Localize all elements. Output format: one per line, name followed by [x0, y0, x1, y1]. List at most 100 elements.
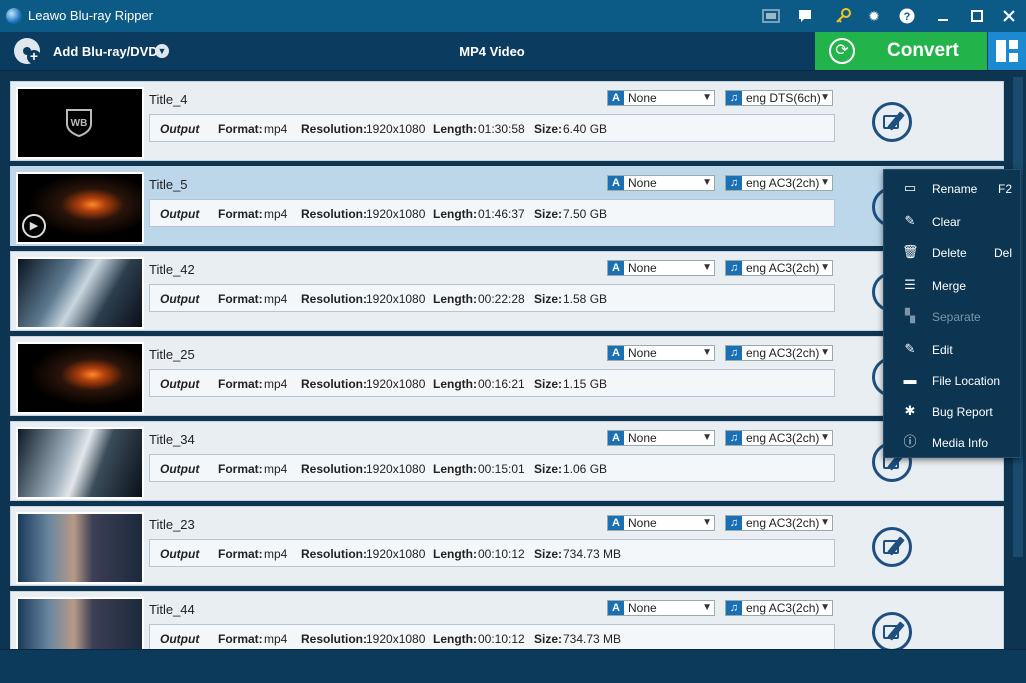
format-label: Format: — [218, 377, 263, 391]
audio-select[interactable]: ♫ eng AC3(2ch) ▼ — [725, 600, 833, 616]
output-profile[interactable]: MP4 Video — [392, 44, 592, 59]
menu-item-delete[interactable]: 🗑 Delete Del — [884, 238, 1020, 266]
layout-toggle-button[interactable] — [988, 32, 1026, 70]
resolution-value: 1920x1080 — [366, 377, 426, 391]
title-row[interactable]: Title_34 A None ▼ ♫ eng AC3(2ch) ▼ Outpu… — [10, 421, 1004, 501]
title-name[interactable]: Title_4 — [149, 92, 188, 107]
size-label: Size: — [534, 377, 563, 391]
size-label: Size: — [534, 122, 563, 136]
bug-icon: ✱ — [904, 403, 916, 418]
menu-item-label: Separate — [932, 310, 981, 324]
music-note-icon: ♫ — [726, 91, 742, 105]
audio-select[interactable]: ♫ eng AC3(2ch) ▼ — [725, 175, 833, 191]
audio-select[interactable]: ♫ eng AC3(2ch) ▼ — [725, 345, 833, 361]
edit-video-button[interactable] — [872, 527, 912, 567]
title-row[interactable]: ▶ Title_5 A None ▼ ♫ eng AC3(2ch) ▼ Outp… — [10, 166, 1004, 246]
title-name[interactable]: Title_42 — [149, 262, 195, 277]
output-info: Output Format: mp4 Resolution: 1920x1080… — [149, 284, 835, 312]
convert-button[interactable]: ⟳ Convert — [815, 32, 987, 70]
close-icon[interactable] — [998, 5, 1020, 27]
subtitle-select[interactable]: A None ▼ — [607, 600, 715, 616]
edit-video-button[interactable] — [872, 612, 912, 649]
title-row[interactable]: Title_44 A None ▼ ♫ eng AC3(2ch) ▼ Outpu… — [10, 591, 1004, 649]
title-name[interactable]: Title_5 — [149, 177, 188, 192]
title-bar: Leawo Blu-ray Ripper ✹ ? — [0, 0, 1026, 32]
separate-icon: ▚ — [905, 308, 915, 323]
title-row[interactable]: Title_23 A None ▼ ♫ eng AC3(2ch) ▼ Outpu… — [10, 506, 1004, 586]
subtitle-icon: A — [608, 431, 624, 445]
subtitle-value: None — [628, 431, 657, 445]
add-bluray-button[interactable]: Add Blu-ray/DVD — [53, 44, 158, 59]
output-info: Output Format: mp4 Resolution: 1920x1080… — [149, 369, 835, 397]
menu-item-shortcut: Del — [993, 246, 1012, 260]
subtitle-icon: A — [608, 261, 624, 275]
title-row[interactable]: Title_25 A None ▼ ♫ eng AC3(2ch) ▼ Outpu… — [10, 336, 1004, 416]
output-label: Output — [160, 122, 200, 136]
thumbnail-image — [18, 259, 142, 327]
menu-item-media-info[interactable]: ⓘ Media Info — [884, 428, 1020, 456]
audio-select[interactable]: ♫ eng AC3(2ch) ▼ — [725, 430, 833, 446]
output-info: Output Format: mp4 Resolution: 1920x1080… — [149, 539, 835, 567]
video-thumbnail[interactable] — [16, 257, 144, 329]
length-label: Length: — [433, 122, 477, 136]
menu-item-label: Clear — [932, 215, 961, 229]
length-label: Length: — [433, 462, 477, 476]
menu-item-clear[interactable]: ✎ Clear — [884, 207, 1020, 235]
maximize-icon[interactable] — [966, 5, 988, 27]
music-note-icon: ♫ — [726, 176, 742, 190]
length-label: Length: — [433, 377, 477, 391]
video-thumbnail[interactable] — [16, 512, 144, 584]
title-name[interactable]: Title_25 — [149, 347, 195, 362]
subtitle-select[interactable]: A None ▼ — [607, 515, 715, 531]
chevron-down-icon[interactable]: ▼ — [155, 44, 169, 58]
video-thumbnail[interactable] — [16, 597, 144, 649]
convert-label: Convert — [887, 40, 959, 61]
subtitle-value: None — [628, 346, 657, 360]
subtitle-select[interactable]: A None ▼ — [607, 90, 715, 106]
audio-select[interactable]: ♫ eng DTS(6ch) ▼ — [725, 90, 833, 106]
output-label: Output — [160, 207, 200, 221]
menu-item-rename[interactable]: ▭ Rename F2 — [884, 174, 1020, 202]
audio-select[interactable]: ♫ eng AC3(2ch) ▼ — [725, 260, 833, 276]
info-icon: ⓘ — [903, 434, 917, 449]
subtitle-value: None — [628, 91, 657, 105]
add-plus-icon[interactable]: + — [27, 49, 41, 64]
edit-video-button[interactable] — [872, 102, 912, 142]
format-value: mp4 — [264, 547, 288, 561]
title-name[interactable]: Title_44 — [149, 602, 195, 617]
subtitle-select[interactable]: A None ▼ — [607, 430, 715, 446]
title-row[interactable]: WB Title_4 A None ▼ ♫ eng DTS(6ch) ▼ Out… — [10, 81, 1004, 161]
screenshot-icon[interactable] — [760, 5, 782, 27]
video-thumbnail[interactable] — [16, 342, 144, 414]
menu-item-merge[interactable]: ☰ Merge — [884, 271, 1020, 299]
title-name[interactable]: Title_23 — [149, 517, 195, 532]
subtitle-select[interactable]: A None ▼ — [607, 260, 715, 276]
audio-value: eng AC3(2ch) — [746, 261, 820, 275]
video-thumbnail[interactable] — [16, 427, 144, 499]
menu-item-file-location[interactable]: ▬ File Location — [884, 366, 1020, 394]
video-thumbnail[interactable]: WB — [16, 87, 144, 159]
music-note-icon: ♫ — [726, 431, 742, 445]
menu-item-bug-report[interactable]: ✱ Bug Report — [884, 397, 1020, 425]
audio-select[interactable]: ♫ eng AC3(2ch) ▼ — [725, 515, 833, 531]
merge-icon: ☰ — [904, 277, 916, 292]
resolution-label: Resolution: — [301, 377, 367, 391]
subtitle-select[interactable]: A None ▼ — [607, 345, 715, 361]
rename-icon: ▭ — [903, 180, 917, 195]
format-label: Format: — [218, 547, 263, 561]
subtitle-select[interactable]: A None ▼ — [607, 175, 715, 191]
video-thumbnail[interactable]: ▶ — [16, 172, 144, 244]
title-row[interactable]: Title_42 A None ▼ ♫ eng AC3(2ch) ▼ Outpu… — [10, 251, 1004, 331]
minimize-icon[interactable] — [932, 5, 954, 27]
key-icon[interactable] — [832, 5, 854, 27]
title-name[interactable]: Title_34 — [149, 432, 195, 447]
menu-item-edit[interactable]: ✎ Edit — [884, 335, 1020, 363]
play-icon[interactable]: ▶ — [22, 214, 46, 238]
menu-item-label: File Location — [932, 374, 1001, 388]
help-icon[interactable]: ? — [896, 5, 918, 27]
subtitle-icon: A — [608, 601, 624, 615]
size-label: Size: — [534, 462, 563, 476]
chevron-down-icon: ▼ — [820, 517, 830, 528]
chat-icon[interactable] — [794, 5, 816, 27]
gear-icon[interactable]: ✹ — [863, 5, 885, 27]
